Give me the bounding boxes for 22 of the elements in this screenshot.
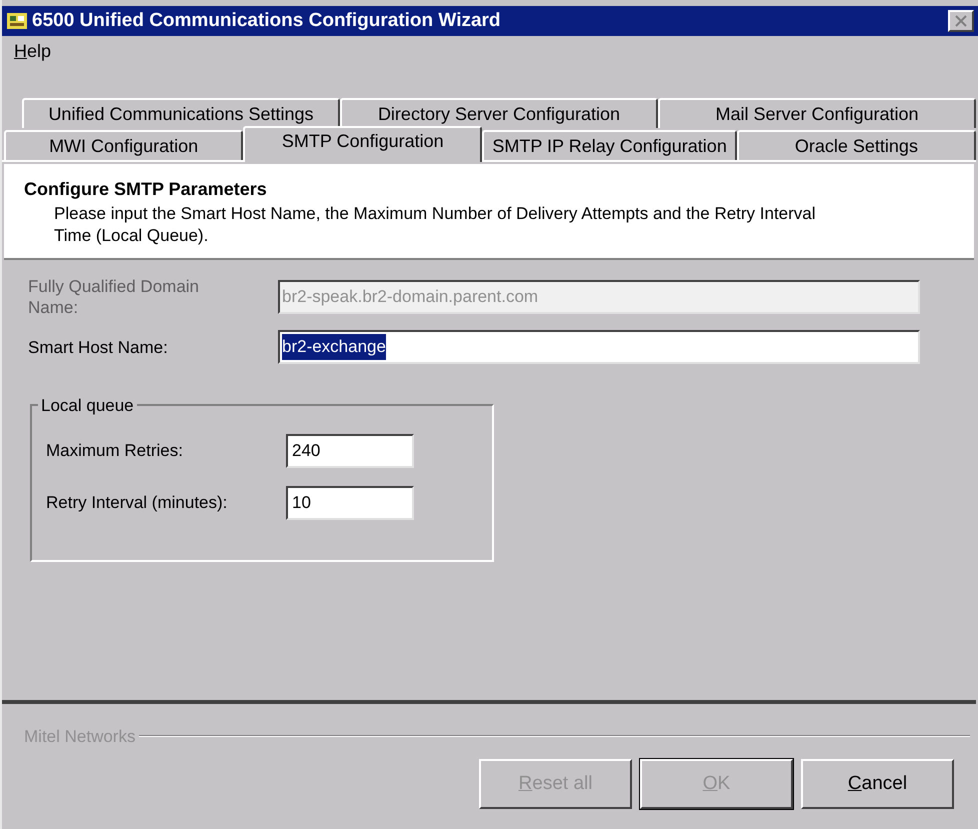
tab[interactable]: SMTP Configuration <box>243 126 482 162</box>
close-button[interactable] <box>948 10 974 32</box>
tab[interactable]: Mail Server Configuration <box>658 98 976 128</box>
header-title: Configure SMTP Parameters <box>24 178 268 201</box>
number-field[interactable]: 10 <box>286 486 414 520</box>
tab[interactable]: Oracle Settings <box>736 130 976 160</box>
field-label: Retry Interval (minutes): <box>46 492 228 514</box>
field-label: Fully Qualified Domain Name: <box>28 276 200 318</box>
window-title: 6500 Unified Communications Configuration Wizard <box>32 8 501 33</box>
number-field[interactable]: 240 <box>286 434 414 468</box>
close-icon <box>955 15 967 27</box>
tab[interactable]: Unified Communications Settings <box>22 98 340 128</box>
header-description: Please input the Smart Host Name, the Maximum Number of Delivery Attempts and the Retry Interval Time (Local Queue). <box>53 203 817 247</box>
field-label: Maximum Retries: <box>46 440 184 462</box>
tab[interactable]: SMTP IP Relay Configuration <box>482 130 737 160</box>
tab[interactable]: MWI Configuration <box>4 130 244 160</box>
app-icon <box>6 10 28 32</box>
text-field[interactable]: br2-exchange <box>278 330 920 364</box>
dialog-button[interactable]: Cancel <box>801 759 954 809</box>
field-label: Smart Host Name: <box>28 336 169 358</box>
menu-item[interactable]: Help <box>10 38 56 64</box>
tab[interactable]: Directory Server Configuration <box>340 98 658 128</box>
